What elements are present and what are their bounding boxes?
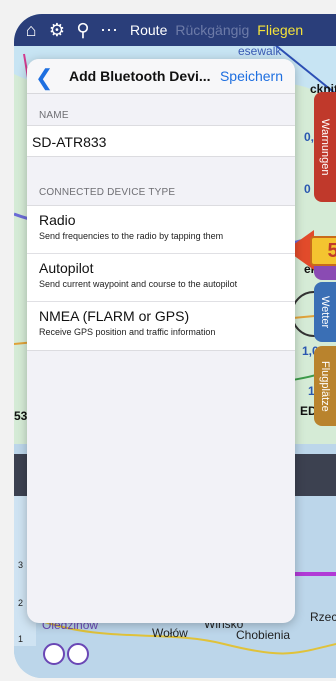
weather-tab[interactable]: Wetter <box>314 282 336 342</box>
airports-tab-label: Flugplätze <box>319 360 331 412</box>
weather-tab-label: Wetter <box>319 295 331 329</box>
airports-tab[interactable]: Flugplätze <box>314 346 336 426</box>
place-chobienia: Chobienia <box>236 628 291 642</box>
warnings-tab[interactable]: Warnungen <box>314 92 336 202</box>
device-type-radio[interactable]: Radio Send frequencies to the radio by t… <box>27 206 295 254</box>
more-icon[interactable]: ⋯ <box>96 17 122 43</box>
save-button[interactable]: Speichern <box>220 68 283 84</box>
top-toolbar: ⌂ ⚙ ⚲ ⋯ Route Rückgängig Fliegen <box>14 14 336 46</box>
scale-num-1: 1 <box>18 634 24 644</box>
name-section-label: NAME <box>39 110 69 121</box>
device-type-title: NMEA (FLARM or GPS) <box>39 308 190 324</box>
home-icon[interactable]: ⌂ <box>18 17 44 43</box>
step-badge: 5 <box>310 236 336 266</box>
device-type-desc: Send frequencies to the radio by tapping… <box>39 231 224 241</box>
back-chevron-icon[interactable]: ❮ <box>35 65 53 91</box>
route-button[interactable]: Route <box>130 22 167 38</box>
device-type-title: Autopilot <box>39 260 94 276</box>
scale-num-2: 2 <box>18 598 24 608</box>
map-num-53: 53 <box>14 409 28 423</box>
undo-button[interactable]: Rückgängig <box>175 22 249 38</box>
device-name-field[interactable]: SD-ATR833 <box>27 125 295 157</box>
scale-num-3: 3 <box>18 560 24 570</box>
bluetooth-device-sheet: ❮ Add Bluetooth Devi... Speichern NAME S… <box>27 59 295 623</box>
device-type-nmea[interactable]: NMEA (FLARM or GPS) Receive GPS position… <box>27 302 295 350</box>
device-type-title: Radio <box>39 212 76 228</box>
device-type-desc: Send current waypoint and course to the … <box>39 279 238 289</box>
map-label-walk: esewalk <box>238 44 282 58</box>
warnings-tab-label: Warnungen <box>319 118 331 176</box>
gear-icon[interactable]: ⚙ <box>44 17 70 43</box>
device-type-autopilot[interactable]: Autopilot Send current waypoint and cour… <box>27 254 295 302</box>
fly-button[interactable]: Fliegen <box>257 22 303 38</box>
device-type-desc: Receive GPS position and traffic informa… <box>39 327 216 337</box>
place-wolow: Wołów <box>152 626 188 640</box>
sheet-title: Add Bluetooth Devi... <box>69 68 211 84</box>
map-num-0: 0 <box>304 182 311 196</box>
device-frame: cknitz esewalk 0,9 0 ekow 1,0 1 EDUM 53 … <box>0 0 336 681</box>
search-icon[interactable]: ⚲ <box>70 17 96 43</box>
device-type-list: Radio Send frequencies to the radio by t… <box>27 205 295 351</box>
device-type-section-label: CONNECTED DEVICE TYPE <box>39 187 176 198</box>
sheet-header: ❮ Add Bluetooth Devi... Speichern <box>27 59 295 94</box>
place-rzec: Rzec <box>310 610 336 624</box>
